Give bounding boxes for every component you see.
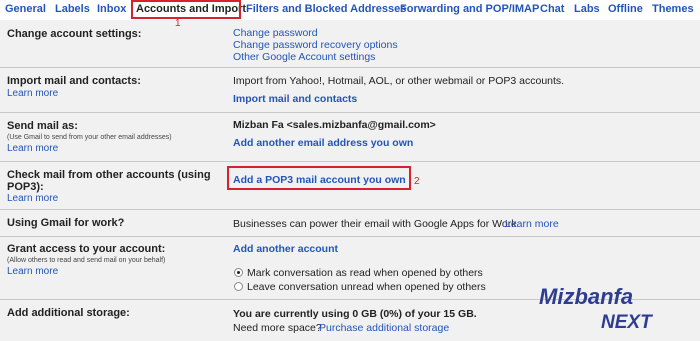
radio-leave-unread[interactable] <box>234 282 243 291</box>
learn-more-link[interactable]: Learn more <box>7 266 58 277</box>
highlight-box-pop3 <box>227 166 411 190</box>
import-description: Import from Yahoo!, Hotmail, AOL, or oth… <box>233 75 565 87</box>
marker-number: 2 <box>414 176 420 187</box>
google-account-settings-link[interactable]: Other Google Account settings <box>233 51 375 63</box>
tab-chat[interactable]: Chat <box>540 3 564 15</box>
row-sublabel: (Allow others to read and send mail on y… <box>7 257 166 264</box>
tab-inbox[interactable]: Inbox <box>97 3 126 15</box>
radio-label: Leave conversation unread when opened by… <box>247 281 486 293</box>
row-label-cont: POP3): <box>7 181 44 193</box>
logo-text-next: NEXT <box>601 312 653 333</box>
storage-usage: You are currently using 0 GB (0%) of you… <box>233 308 477 320</box>
tab-labs[interactable]: Labs <box>574 3 600 15</box>
radio-mark-read[interactable] <box>234 268 243 277</box>
row-sublabel: (Use Gmail to send from your other email… <box>7 134 172 141</box>
row-send-as: Send mail as: (Use Gmail to send from yo… <box>0 112 700 161</box>
tab-offline[interactable]: Offline <box>608 3 643 15</box>
row-label: Import mail and contacts: <box>7 75 141 87</box>
row-label: Add additional storage: <box>7 307 130 319</box>
add-another-account-link[interactable]: Add another account <box>233 243 338 255</box>
mizbanfa-logo: Mizbanfa NEXT <box>539 284 653 333</box>
tab-forwarding[interactable]: Forwarding and POP/IMAP <box>400 3 539 15</box>
learn-more-link[interactable]: Learn more <box>7 143 58 154</box>
learn-more-link[interactable]: Learn more <box>7 88 58 99</box>
logo-text: Mizbanfa <box>539 284 633 309</box>
row-label: Grant access to your account: <box>7 243 166 255</box>
learn-more-link[interactable]: Learn more <box>7 193 58 204</box>
tab-filters[interactable]: Filters and Blocked Addresses <box>246 3 406 15</box>
row-label: Change account settings: <box>7 28 142 40</box>
row-import: Import mail and contacts: Learn more Imp… <box>0 67 700 112</box>
add-email-address-link[interactable]: Add another email address you own <box>233 137 413 149</box>
work-description: Businesses can power their email with Go… <box>233 218 520 230</box>
tab-labels[interactable]: Labels <box>55 3 90 15</box>
tab-general[interactable]: General <box>5 3 46 15</box>
change-password-link[interactable]: Change password <box>233 27 318 39</box>
row-change-settings: Change account settings: Change password… <box>0 20 700 67</box>
row-label: Check mail from other accounts (using <box>7 169 211 181</box>
radio-label: Mark conversation as read when opened by… <box>247 267 483 279</box>
row-label: Send mail as: <box>7 120 78 132</box>
send-as-address: Mizban Fa <sales.mizbanfa@gmail.com> <box>233 119 436 131</box>
change-recovery-link[interactable]: Change password recovery options <box>233 39 398 51</box>
settings-tab-bar: General Labels Inbox Accounts and Import… <box>0 0 700 20</box>
highlight-box-tab <box>131 0 241 19</box>
need-more-space: Need more space? <box>233 322 322 334</box>
tab-themes[interactable]: Themes <box>652 3 694 15</box>
learn-more-link[interactable]: Learn more <box>505 218 559 230</box>
purchase-storage-link[interactable]: Purchase additional storage <box>319 322 449 334</box>
row-label: Using Gmail for work? <box>7 217 125 229</box>
row-work: Using Gmail for work? Businesses can pow… <box>0 209 700 236</box>
import-mail-link[interactable]: Import mail and contacts <box>233 93 357 105</box>
